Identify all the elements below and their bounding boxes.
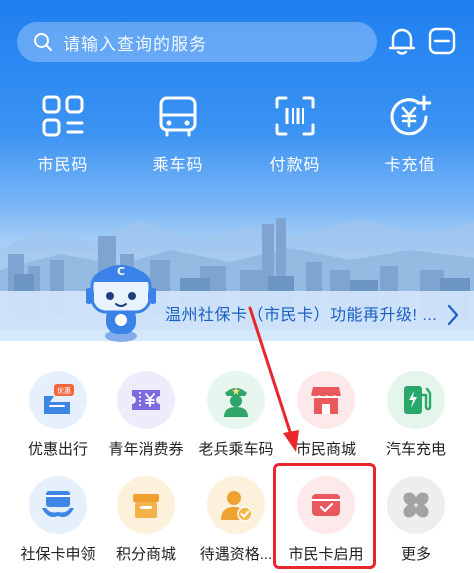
discount-travel-icon: 优惠 [44, 384, 74, 414]
svg-text:C: C [117, 265, 125, 278]
service-label: 更多 [400, 546, 431, 563]
notice-banner[interactable]: 温州社保卡（市民卡）功能再升级! ... [0, 291, 474, 341]
quick-action-label: 市民码 [37, 157, 89, 174]
charging-icon [404, 386, 432, 414]
notice-text: 温州社保卡（市民卡）功能再升级! ... [165, 307, 438, 324]
veteran-icon-bg [207, 371, 265, 429]
service-label: 青年消费券 [108, 441, 184, 458]
veteran-icon [224, 387, 248, 417]
service-label: 市民商城 [295, 441, 356, 458]
quick-action-label: 乘车码 [152, 157, 204, 174]
quick-action-bus-code[interactable]: 乘车码 [133, 95, 223, 175]
chevron-right-icon [447, 304, 459, 326]
service-car-charging[interactable]: 汽车充电 [370, 371, 462, 459]
service-youth-coupon[interactable]: 青年消费券 [100, 371, 192, 459]
quick-action-label: 卡充值 [384, 157, 436, 174]
mascot-icon: C [86, 265, 156, 342]
quick-action-label: 付款码 [269, 157, 321, 174]
service-points-mall[interactable]: 积分商城 [100, 476, 192, 564]
service-label: 积分商城 [115, 546, 176, 563]
service-label: 待遇资格... [199, 546, 273, 563]
highlight-box [273, 463, 376, 569]
search-icon [34, 33, 52, 51]
points-mall-icon [133, 494, 159, 518]
service-social-card-apply[interactable]: 社保卡申领 [12, 476, 104, 564]
service-veteran-bus-code[interactable]: 老兵乘车码 [190, 371, 282, 459]
service-label: 老兵乘车码 [198, 441, 274, 458]
service-label: 社保卡申领 [20, 546, 96, 563]
search-bar[interactable]: 请输入查询的服务 [17, 22, 377, 62]
quick-action-citizen-code[interactable]: 市民码 [18, 95, 108, 175]
quick-action-card-recharge[interactable]: 卡充值 [365, 95, 455, 175]
bell-icon[interactable] [388, 26, 416, 56]
service-label: 汽车充电 [385, 441, 446, 458]
search-placeholder: 请输入查询的服务 [63, 34, 207, 54]
bus-icon [159, 96, 197, 137]
service-discount-travel[interactable]: 优惠 优惠出行 [12, 371, 104, 459]
yuan-recharge-icon [390, 95, 431, 136]
service-more[interactable]: 更多 [370, 476, 462, 564]
shop-icon-bg [297, 371, 355, 429]
hero-header: 请输入查询的服务 市民码 乘车码 付款码 卡充值 [0, 0, 474, 330]
coupon-icon-bg [117, 371, 175, 429]
charging-icon-bg [387, 371, 445, 429]
scan-icon[interactable] [428, 26, 456, 56]
qualification-icon [221, 491, 253, 522]
discount-travel-icon-bg: 优惠 [29, 371, 87, 429]
discount-badge-text: 优惠 [57, 386, 71, 395]
more-icon [403, 492, 429, 518]
qr-code-icon [42, 95, 84, 137]
points-mall-icon-bg [117, 476, 175, 534]
shop-icon [310, 387, 342, 414]
service-benefit-qualification[interactable]: 待遇资格... [190, 476, 282, 564]
qualification-icon-bg [207, 476, 265, 534]
more-icon-bg [387, 476, 445, 534]
card-apply-icon-bg [29, 476, 87, 534]
card-apply-icon [42, 491, 74, 517]
service-citizen-mall[interactable]: 市民商城 [280, 371, 372, 459]
coupon-icon [132, 390, 160, 410]
quick-action-pay-code[interactable]: 付款码 [250, 95, 340, 175]
barcode-icon [275, 96, 315, 136]
service-label: 优惠出行 [27, 441, 88, 458]
